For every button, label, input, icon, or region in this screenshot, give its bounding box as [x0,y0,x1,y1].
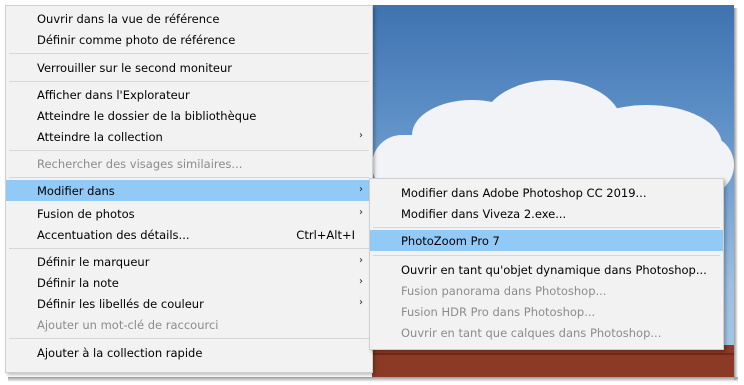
menu-item-label: Fusion HDR Pro dans Photoshop... [401,304,596,319]
menu-item-add-shortcut-keyword: Ajouter un mot-clé de raccourci [6,314,372,335]
menu-item-label: Définir les libellés de couleur [37,296,204,311]
menu-item-label: Modifier dans [37,183,115,198]
menu-item-open-reference-view[interactable]: Ouvrir dans la vue de référence [6,8,372,29]
menu-item-set-flag[interactable]: Définir le marqueur › [6,251,372,272]
menu-separator [9,338,369,339]
menu-item-label: Modifier dans Viveza 2.exe... [401,206,567,221]
submenu-item-edit-in-viveza[interactable]: Modifier dans Viveza 2.exe... [370,203,723,224]
menu-item-label: Atteindre la collection [37,129,163,144]
menu-item-label: Définir le marqueur [37,254,150,269]
menu-separator [9,53,369,54]
menu-item-label: Rechercher des visages similaires... [37,156,243,171]
submenu-item-open-as-layers: Ouvrir en tant que calques dans Photosho… [370,322,723,343]
frame-shadow [8,377,738,382]
submenu-item-hdr-pro-merge: Fusion HDR Pro dans Photoshop... [370,301,723,322]
menu-item-label: Ouvrir dans la vue de référence [37,11,220,26]
menu-item-label: Fusion panorama dans Photoshop... [401,283,607,298]
menu-item-label: Verrouiller sur le second moniteur [37,60,233,75]
submenu-arrow-icon: › [359,130,363,141]
menu-item-shortcut: Ctrl+Alt+I [296,227,355,242]
submenu-item-panorama-merge: Fusion panorama dans Photoshop... [370,280,723,301]
submenu-arrow-icon: › [359,207,363,218]
menu-item-find-similar-faces: Rechercher des visages similaires... [6,153,372,174]
menu-item-label: Définir la note [37,275,119,290]
frame-shadow [734,8,738,380]
menu-separator [9,177,369,178]
menu-item-label: Afficher dans l'Explorateur [37,87,190,102]
menu-item-label: Ouvrir en tant qu'objet dynamique dans P… [401,262,707,277]
menu-separator [9,81,369,82]
submenu-arrow-icon: › [359,297,363,308]
submenu-arrow-icon: › [359,184,363,195]
menu-item-set-color-labels[interactable]: Définir les libellés de couleur › [6,293,372,314]
menu-item-go-to-library-folder[interactable]: Atteindre le dossier de la bibliothèque [6,105,372,126]
menu-separator [9,248,369,249]
menu-item-show-in-explorer[interactable]: Afficher dans l'Explorateur [6,84,372,105]
submenu-arrow-icon: › [359,255,363,266]
menu-item-label: Ouvrir en tant que calques dans Photosho… [401,325,662,340]
menu-item-set-reference-photo[interactable]: Définir comme photo de référence [6,29,372,50]
submenu-item-edit-in-photoshop[interactable]: Modifier dans Adobe Photoshop CC 2019... [370,182,723,203]
menu-item-add-to-quick-collection[interactable]: Ajouter à la collection rapide [6,342,372,363]
menu-item-edit-in[interactable]: Modifier dans › [6,180,372,201]
context-menu: Ouvrir dans la vue de référence Définir … [5,5,373,373]
menu-item-photo-merge[interactable]: Fusion de photos › [6,203,372,224]
submenu-item-photozoom-pro[interactable]: PhotoZoom Pro 7 [370,230,723,251]
menu-item-label: Fusion de photos [37,206,135,221]
menu-item-go-to-collection[interactable]: Atteindre la collection › [6,126,372,147]
menu-item-label: Accentuation des détails... [37,227,190,242]
menu-item-label: Ajouter un mot-clé de raccourci [37,317,219,332]
menu-item-enhance-details[interactable]: Accentuation des détails... Ctrl+Alt+I [6,224,372,245]
menu-item-lock-second-monitor[interactable]: Verrouiller sur le second moniteur [6,57,372,78]
menu-separator [373,255,720,256]
menu-item-label: Modifier dans Adobe Photoshop CC 2019... [401,185,647,200]
menu-item-label: PhotoZoom Pro 7 [401,233,500,248]
menu-item-label: Atteindre le dossier de la bibliothèque [37,108,257,123]
edit-in-submenu: Modifier dans Adobe Photoshop CC 2019...… [369,178,724,350]
menu-item-set-rating[interactable]: Définir la note › [6,272,372,293]
menu-separator [9,150,369,151]
menu-item-label: Ajouter à la collection rapide [37,345,203,360]
menu-item-label: Définir comme photo de référence [37,32,236,47]
submenu-item-open-smart-object[interactable]: Ouvrir en tant qu'objet dynamique dans P… [370,259,723,280]
menu-separator [373,227,720,228]
submenu-arrow-icon: › [359,276,363,287]
